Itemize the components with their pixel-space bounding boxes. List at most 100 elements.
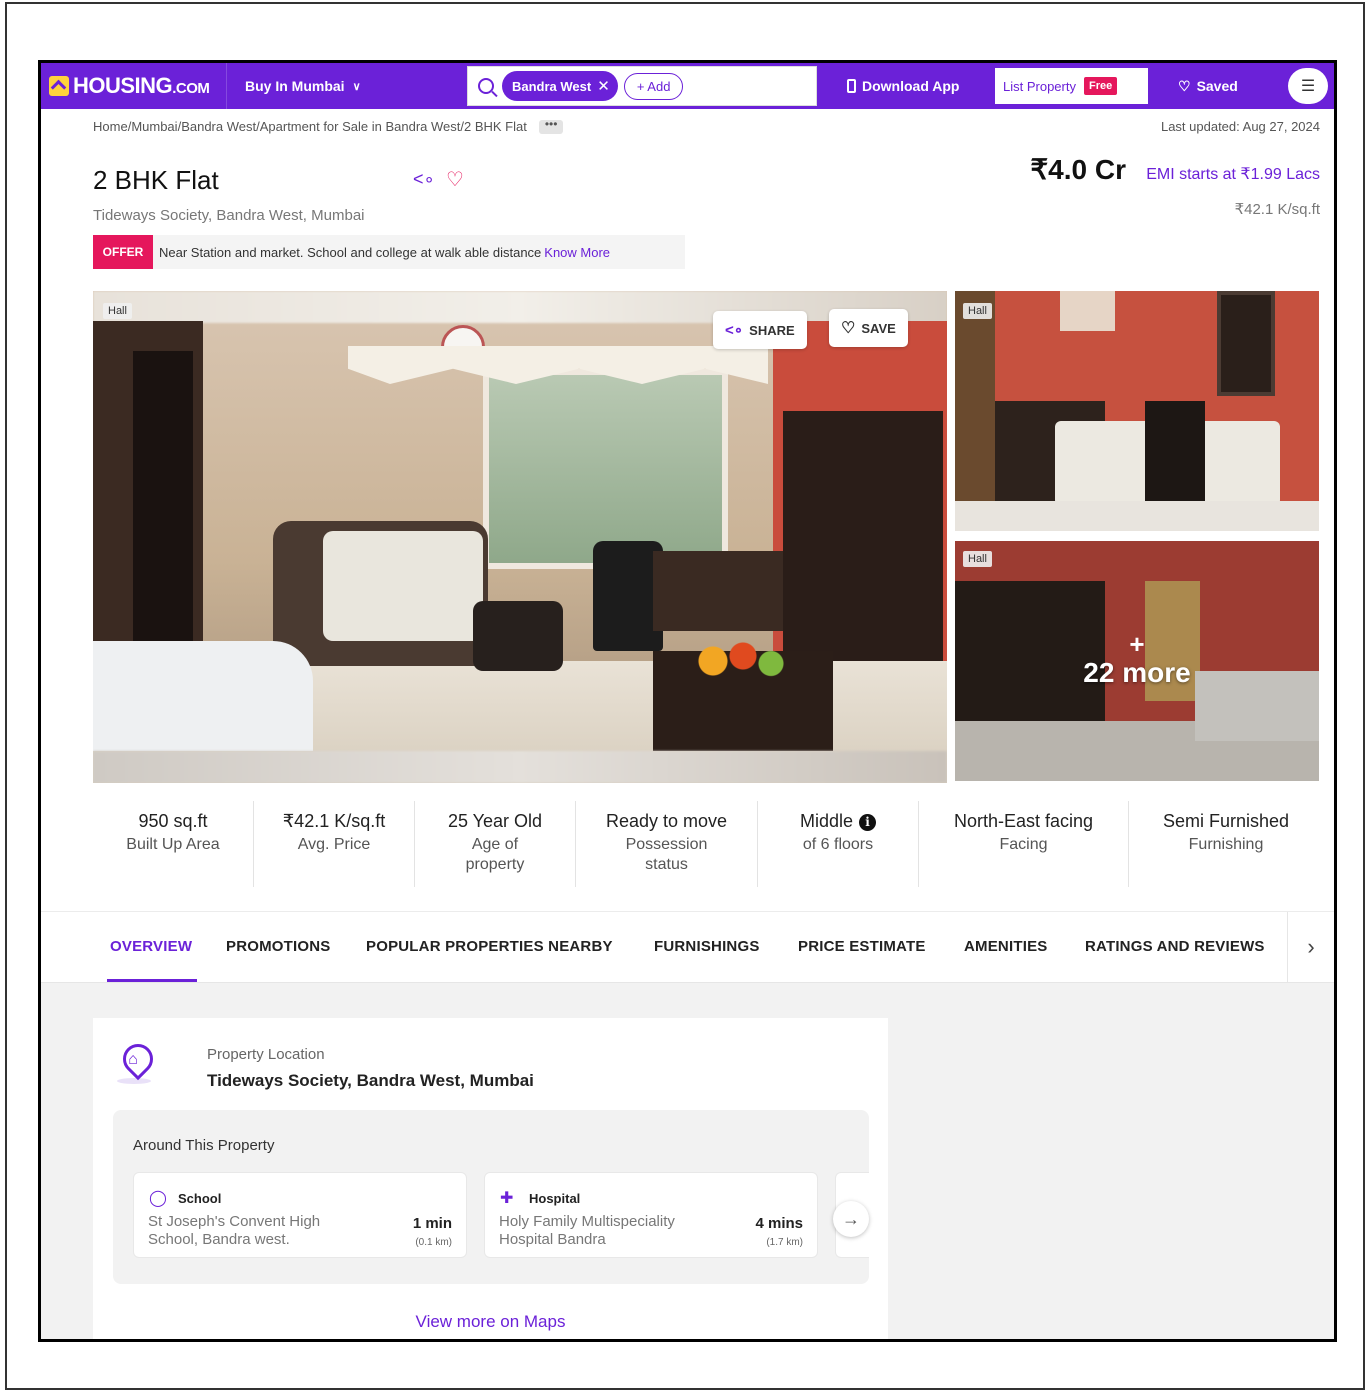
stat-label: Age of property [465, 836, 525, 873]
photo-share-button[interactable]: <∘ SHARE [713, 311, 807, 349]
housing-logo[interactable]: HOUSING.COM [41, 63, 227, 109]
hamburger-menu-button[interactable]: ☰ [1288, 68, 1328, 104]
stat-possession: Ready to move Possession status [576, 801, 758, 887]
heart-icon: ♡ [1178, 77, 1191, 94]
buy-city-dropdown[interactable]: Buy In Mumbai ∨ [227, 63, 467, 109]
logo-suffix: .COM [172, 80, 210, 97]
list-property-button[interactable]: List Property Free [995, 68, 1148, 104]
photo-window [483, 369, 728, 569]
tabs-next-button[interactable]: › [1287, 912, 1334, 982]
stat-label: of 6 floors [802, 836, 874, 853]
info-icon[interactable]: i [859, 814, 877, 831]
poi-card-hospital[interactable]: ✚ Hospital Holy Family Multispeciality H… [484, 1172, 818, 1258]
saved-label: Saved [1196, 78, 1238, 94]
photo-portrait [1217, 291, 1275, 396]
download-app-button[interactable]: Download App [847, 78, 995, 94]
location-card: Property Location Tideways Society, Band… [93, 1018, 888, 1339]
side-photo-more[interactable]: Hall + 22 more [955, 541, 1319, 781]
free-badge: Free [1083, 77, 1118, 95]
side-photo-1[interactable]: Hall [955, 291, 1319, 531]
stat-area: 950 sq.ft Built Up Area [93, 801, 254, 887]
search-box[interactable]: Bandra West ✕ + Add [467, 66, 817, 106]
photo-room-tag: Hall [963, 551, 992, 567]
share-icon[interactable]: <∘ [413, 169, 435, 190]
photo-sofa-cover [323, 531, 483, 641]
school-bag-icon: ◯ [149, 1190, 167, 1207]
locality-chip-label: Bandra West [512, 78, 592, 94]
chevron-down-icon: ∨ [352, 80, 361, 93]
plus-icon: + [1129, 629, 1145, 659]
photo-room-tag: Hall [103, 303, 132, 319]
photo-share-label: SHARE [749, 322, 795, 338]
breadcrumb: Home / Mumbai / Bandra West / Apartment … [93, 118, 564, 134]
breadcrumb-more-button[interactable]: ••• [538, 118, 564, 134]
location-pin-icon [116, 1037, 160, 1081]
photo-desk [653, 551, 783, 631]
poi-distance: (1.7 km) [766, 1237, 803, 1248]
tab-popular-properties[interactable]: POPULAR PROPERTIES NEARBY [366, 938, 613, 955]
last-updated: Last updated: Aug 27, 2024 [1160, 119, 1320, 134]
view-more-on-maps-link[interactable]: View more on Maps [93, 1312, 888, 1332]
photo-door [133, 351, 193, 651]
hospital-icon: ✚ [500, 1190, 514, 1207]
price-per-sqft: ₹42.1 K/sq.ft [1234, 201, 1320, 218]
tab-ratings-reviews[interactable]: RATINGS AND REVIEWS [1085, 938, 1265, 955]
poi-category: School [178, 1191, 222, 1206]
tab-amenities[interactable]: AMENITIES [964, 938, 1047, 955]
tab-price-estimate[interactable]: PRICE ESTIMATE [798, 938, 926, 955]
offer-tag: OFFER [93, 235, 153, 269]
stat-value: ₹42.1 K/sq.ft [282, 811, 386, 831]
offer-text: Near Station and market. School and coll… [159, 244, 542, 260]
tab-overview[interactable]: OVERVIEW [110, 938, 192, 955]
page-title: 2 BHK Flat [93, 165, 219, 195]
stat-facing: North-East facing Facing [919, 801, 1129, 887]
favorite-heart-icon[interactable]: ♡ [446, 167, 464, 192]
search-icon [478, 78, 494, 94]
tab-furnishings[interactable]: FURNISHINGS [654, 938, 760, 955]
photo-door [955, 291, 995, 531]
stat-furnishing: Semi Furnished Furnishing [1129, 801, 1323, 887]
know-more-link[interactable]: Know More [544, 245, 610, 260]
stat-age: 25 Year Old Age of property [415, 801, 576, 887]
offer-banner: OFFER Near Station and market. School an… [93, 235, 685, 269]
close-icon[interactable]: ✕ [597, 77, 610, 95]
menu-icon: ☰ [1300, 78, 1316, 95]
stat-value: North-East facing [953, 811, 1094, 831]
pin-shadow [117, 1078, 151, 1084]
stat-label: Possession status [625, 836, 708, 873]
poi-name: Holy Family Multispeciality Hospital Ban… [499, 1213, 675, 1248]
tab-promotions[interactable]: PROMOTIONS [226, 938, 331, 955]
breadcrumb-locality[interactable]: Bandra West [181, 119, 256, 134]
photo-save-button[interactable]: ♡ SAVE [829, 309, 908, 347]
more-photos-count[interactable]: 22 more [955, 657, 1319, 689]
poi-distance: (0.1 km) [415, 1237, 452, 1248]
photo-floor [955, 501, 1319, 531]
stat-label: Built Up Area [126, 836, 220, 853]
emi-link[interactable]: EMI starts at ₹1.99 Lacs [1146, 164, 1320, 184]
location-label: Property Location [207, 1046, 325, 1063]
photo-ceiling [93, 291, 947, 323]
stat-value: Ready to move [605, 811, 728, 831]
add-locality-button[interactable]: + Add [623, 72, 684, 100]
poi-card-school[interactable]: ◯ School St Joseph's Convent High School… [133, 1172, 467, 1258]
around-title: Around This Property [133, 1137, 275, 1154]
locality-chip[interactable]: Bandra West ✕ [502, 71, 618, 101]
house-logo-icon [49, 76, 69, 96]
photo-bed [93, 641, 313, 751]
stat-label: Furnishing [1188, 836, 1264, 853]
main-photo[interactable]: Hall <∘ SHARE ♡ SAVE [93, 291, 947, 783]
listing-location: Tideways Society, Bandra West, Mumbai [93, 207, 365, 224]
breadcrumb-city[interactable]: Mumbai [131, 119, 177, 134]
poi-travel-time: 4 mins [755, 1215, 803, 1232]
poi-category: Hospital [529, 1191, 581, 1206]
stat-label: Avg. Price [297, 836, 371, 853]
active-tab-indicator [107, 979, 197, 982]
saved-button[interactable]: ♡ Saved [1178, 78, 1288, 95]
top-navbar: HOUSING.COM Buy In Mumbai ∨ Bandra West … [41, 63, 1334, 109]
breadcrumb-home[interactable]: Home [93, 119, 128, 134]
breadcrumb-category[interactable]: Apartment for Sale in Bandra West [260, 119, 461, 134]
chevron-right-icon: › [1307, 934, 1315, 959]
logo-text: HOUSING [73, 73, 173, 98]
poi-next-button[interactable]: → [833, 1201, 869, 1237]
location-value: Tideways Society, Bandra West, Mumbai [207, 1071, 534, 1090]
